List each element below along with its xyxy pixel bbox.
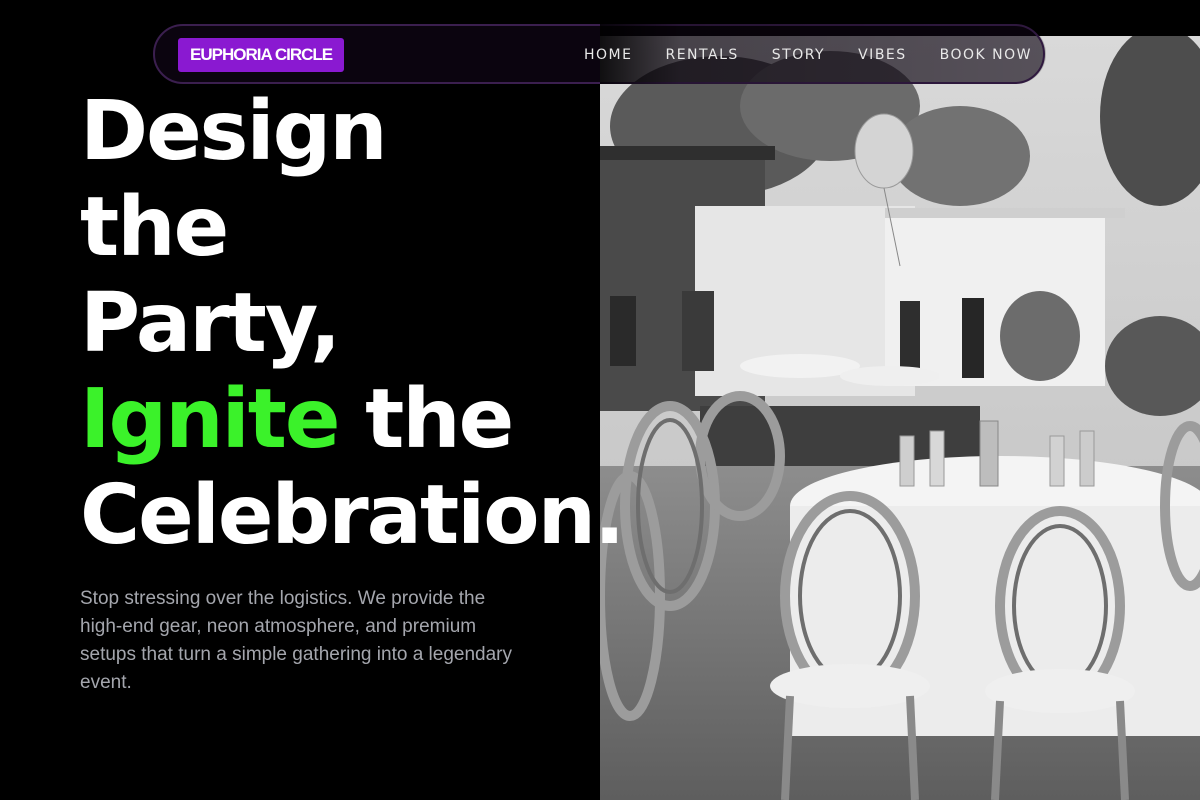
hero-photo (600, 36, 1200, 800)
headline-line-3: Party, (80, 276, 341, 371)
brand-logo[interactable]: EUPHORIA CIRCLE (178, 38, 345, 72)
nav-links: HOME RENTALS STORY VIBES BOOK NOW (584, 45, 1032, 65)
hero-description: Stop stressing over the logistics. We pr… (80, 588, 512, 693)
nav-home[interactable]: HOME (584, 45, 632, 65)
hero-headline: Design the Party, Ignite the Celebration… (80, 84, 625, 564)
headline-line-5: Celebration. (80, 468, 625, 563)
event-venue-image (600, 36, 1200, 800)
headline-line-4-rest: the (338, 372, 514, 467)
nav-vibes[interactable]: VIBES (858, 45, 907, 65)
nav-story[interactable]: STORY (772, 45, 825, 65)
nav-book-now[interactable]: BOOK NOW (940, 45, 1032, 65)
nav-rentals[interactable]: RENTALS (665, 45, 738, 65)
headline-line-4: Ignite the (80, 372, 623, 468)
headline-line-1: Design (80, 84, 388, 179)
headline-accent-word: Ignite (80, 372, 341, 467)
headline-line-2: the (80, 180, 229, 275)
